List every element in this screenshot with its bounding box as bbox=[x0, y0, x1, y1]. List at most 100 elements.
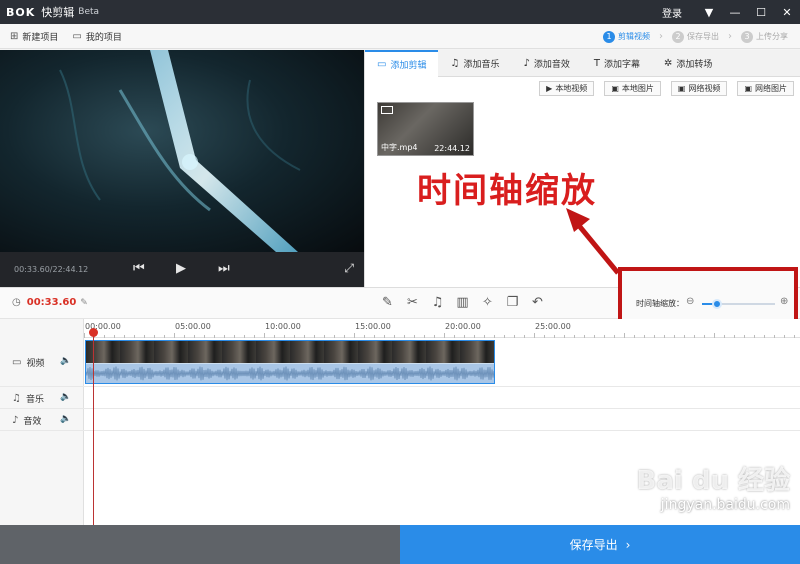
play-icon[interactable]: ▶ bbox=[176, 261, 186, 276]
button-label: 网络图片 bbox=[755, 84, 787, 93]
my-projects-button[interactable]: ▭ 我的项目 bbox=[72, 30, 121, 43]
video-preview: 00:33.60/22:44.12 ⏮ ▶ ⏭ ⤢ bbox=[0, 50, 364, 287]
undo-icon[interactable]: ↶ bbox=[525, 295, 550, 310]
local-image-button[interactable]: ▣ 本地图片 bbox=[604, 81, 661, 96]
previous-frame-icon[interactable]: ⏮ bbox=[133, 261, 145, 276]
ruler-tick bbox=[654, 335, 655, 338]
step-save-export[interactable]: 2 保存导出 bbox=[672, 30, 719, 43]
ruler-tick bbox=[264, 333, 265, 338]
panel-tabs: ▭ 添加剪辑 ♫ 添加音乐 ♪ 添加音效 T 添加字幕 ✲ 添加转场 bbox=[365, 50, 800, 77]
zoom-slider-track[interactable] bbox=[702, 299, 775, 309]
ruler-tick bbox=[124, 335, 125, 338]
zoom-out-icon[interactable]: ⊖ bbox=[686, 296, 694, 307]
ruler-tick bbox=[444, 333, 445, 338]
ruler-tick bbox=[624, 333, 625, 338]
bell-icon[interactable]: ♫ bbox=[425, 295, 450, 310]
zoom-in-icon[interactable]: ⊕ bbox=[780, 296, 788, 307]
ruler-tick bbox=[144, 335, 145, 338]
speaker-icon[interactable]: 🔈 bbox=[60, 356, 71, 366]
time-ruler[interactable]: 00:00.00 05:00.00 10:00.00 15:00.00 20:00.00… bbox=[84, 319, 800, 338]
ruler-tick-label: 10:00.00 bbox=[265, 322, 301, 331]
next-frame-icon[interactable]: ⏭ bbox=[218, 261, 230, 276]
zoom-label: 时间轴缩放： bbox=[636, 299, 684, 308]
ruler-tick bbox=[234, 335, 235, 338]
chevron-right-icon: › bbox=[728, 31, 732, 42]
button-label: 本地图片 bbox=[621, 84, 654, 93]
ruler-tick bbox=[424, 335, 425, 338]
ruler-tick bbox=[734, 335, 735, 338]
media-thumbnail[interactable]: 中字.mp4 22:44.12 bbox=[377, 102, 474, 156]
ruler-tick bbox=[404, 335, 405, 338]
local-video-button[interactable]: ▶ 本地视频 bbox=[539, 81, 595, 96]
pencil-small-icon[interactable]: ✎ bbox=[80, 298, 88, 308]
playhead[interactable] bbox=[93, 329, 94, 525]
track-name-text: 音乐 bbox=[25, 395, 44, 405]
ruler-tick bbox=[154, 335, 155, 338]
media-panel: ▭ 添加剪辑 ♫ 添加音乐 ♪ 添加音效 T 添加字幕 ✲ 添加转场 ▶ 本地视… bbox=[364, 50, 800, 287]
step-edit-video[interactable]: 1 剪辑视频 bbox=[603, 30, 650, 43]
tab-add-clip[interactable]: ▭ 添加剪辑 bbox=[365, 50, 439, 77]
plus-box-icon: ⊞ bbox=[10, 30, 19, 42]
ruler-tick bbox=[524, 335, 525, 338]
step-upload-share[interactable]: 3 上传分享 bbox=[741, 30, 788, 43]
close-icon[interactable]: ✕ bbox=[774, 0, 800, 24]
ruler-tick bbox=[544, 335, 545, 338]
online-video-button[interactable]: ▣ 网络视频 bbox=[670, 81, 728, 96]
step-label: 剪辑视频 bbox=[618, 32, 650, 41]
track-label: ♫ 音乐 bbox=[12, 392, 44, 405]
my-projects-label: 我的项目 bbox=[85, 32, 122, 43]
crop-icon[interactable]: ✧ bbox=[475, 295, 500, 310]
playback-timecode: 00:33.60/22:44.12 bbox=[14, 265, 89, 274]
play-box-icon: ▶ bbox=[546, 84, 553, 93]
current-time: ◷ 00:33.60 ✎ bbox=[12, 297, 88, 308]
clip-thumbnails bbox=[86, 341, 494, 363]
speaker-icon[interactable]: 🔈 bbox=[60, 392, 71, 402]
tab-add-transition[interactable]: ✲ 添加转场 bbox=[652, 50, 724, 77]
copy-icon[interactable]: ❐ bbox=[500, 295, 525, 310]
video-clip[interactable] bbox=[85, 340, 496, 384]
window-controls: 登录 ▼ — ☐ ✕ bbox=[662, 0, 800, 24]
ruler-tick bbox=[284, 335, 285, 338]
login-button[interactable]: 登录 bbox=[662, 5, 682, 20]
ruler-tick bbox=[594, 335, 595, 338]
online-image-button[interactable]: ▣ 网络图片 bbox=[737, 81, 794, 96]
annotation-text: 时间轴缩放 bbox=[417, 171, 597, 211]
video-camera-icon: ▭ bbox=[377, 59, 387, 70]
speaker-icon[interactable]: 🔈 bbox=[60, 414, 71, 424]
media-file-name: 中字.mp4 bbox=[381, 143, 418, 152]
track-name-text: 视频 bbox=[26, 359, 45, 369]
music-note-icon: ♫ bbox=[12, 393, 21, 404]
trash-icon[interactable]: ▥ bbox=[450, 295, 475, 310]
ruler-tick bbox=[194, 335, 195, 338]
maximize-icon[interactable]: ☐ bbox=[748, 0, 774, 24]
tab-label: 添加转场 bbox=[676, 60, 713, 70]
ruler-tick bbox=[604, 335, 605, 338]
fullscreen-icon[interactable]: ⤢ bbox=[344, 261, 354, 276]
playhead-handle[interactable] bbox=[89, 328, 98, 337]
chevron-right-icon: › bbox=[659, 31, 663, 42]
scissors-icon[interactable]: ✂ bbox=[400, 295, 425, 310]
ruler-tick bbox=[504, 335, 505, 338]
ruler-tick bbox=[434, 335, 435, 338]
menu-icon[interactable]: ▼ bbox=[696, 0, 722, 24]
minimize-icon[interactable]: — bbox=[722, 0, 748, 24]
ruler-tick bbox=[774, 335, 775, 338]
ruler-tick bbox=[714, 333, 715, 338]
step-number: 2 bbox=[672, 30, 684, 43]
ruler-tick bbox=[694, 335, 695, 338]
ruler-tick bbox=[784, 335, 785, 338]
ruler-tick bbox=[414, 335, 415, 338]
tab-add-subtitle[interactable]: T 添加字幕 bbox=[582, 50, 652, 77]
tab-label: 添加字幕 bbox=[603, 60, 640, 70]
zoom-slider-handle[interactable] bbox=[711, 299, 722, 309]
tab-add-music[interactable]: ♫ 添加音乐 bbox=[438, 50, 511, 77]
edit-tools: ✎ ✂ ♫ ▥ ✧ ❐ ↶ bbox=[375, 295, 550, 310]
ruler-tick bbox=[254, 335, 255, 338]
pencil-icon[interactable]: ✎ bbox=[375, 295, 400, 310]
image-icon: ▣ bbox=[611, 84, 619, 93]
save-export-button[interactable]: 保存导出 › bbox=[400, 525, 800, 564]
new-project-button[interactable]: ⊞ 新建项目 bbox=[10, 30, 58, 43]
ruler-tick bbox=[674, 335, 675, 338]
tab-add-sound-effect[interactable]: ♪ 添加音效 bbox=[511, 50, 581, 77]
video-camera-icon: ▭ bbox=[12, 357, 22, 368]
